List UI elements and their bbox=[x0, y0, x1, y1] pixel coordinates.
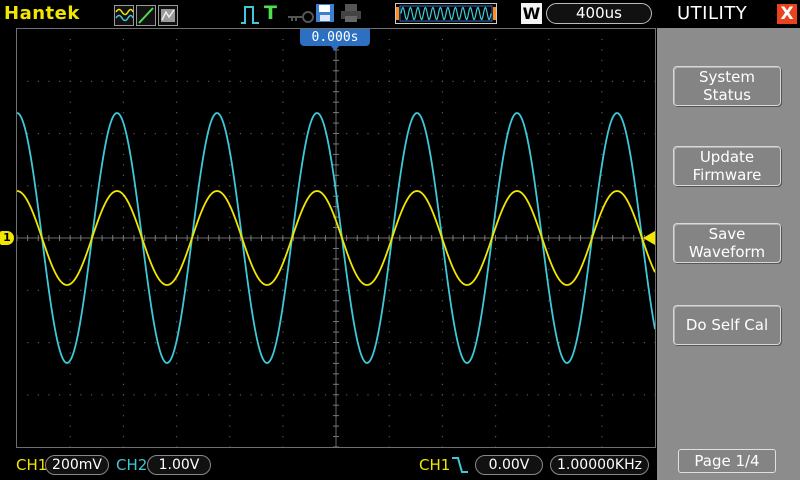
update-firmware-button[interactable]: Update Firmware bbox=[673, 146, 781, 186]
button-label-line1: Update bbox=[699, 148, 755, 166]
falling-edge-icon bbox=[451, 456, 469, 478]
button-label-line2: Waveform bbox=[688, 243, 766, 261]
status-bar: CH1 200mV CH2 1.00V CH1 0.00V 1.00000KHz bbox=[0, 450, 657, 480]
printer-icon[interactable] bbox=[340, 3, 362, 27]
menu-title-bar: UTILITY X bbox=[657, 0, 800, 28]
trigger-status-icon: T bbox=[264, 2, 277, 24]
key-lock-icon bbox=[288, 8, 314, 27]
trigger-level-readout[interactable]: 0.00V bbox=[475, 455, 543, 475]
ch2-scale-readout[interactable]: 1.00V bbox=[147, 455, 211, 475]
ch1-scale-readout[interactable]: 200mV bbox=[45, 455, 109, 475]
trigger-level-marker[interactable] bbox=[643, 231, 655, 245]
button-label-line1: Do Self Cal bbox=[685, 316, 769, 334]
graticule bbox=[17, 29, 655, 447]
save-disk-icon[interactable] bbox=[315, 3, 335, 27]
button-label-line1: Save bbox=[708, 225, 746, 243]
trigger-position-readout[interactable]: 0.000s bbox=[300, 29, 370, 46]
window-mode-badge: W bbox=[521, 3, 542, 24]
button-label-line2: Status bbox=[703, 86, 751, 104]
page-indicator-button[interactable]: Page 1/4 bbox=[678, 449, 776, 473]
timebase-readout: 400us bbox=[546, 3, 652, 24]
acquire-mode-group bbox=[114, 2, 190, 26]
ch1-ground-marker[interactable]: 1 bbox=[0, 231, 14, 245]
persist-mode-icon[interactable] bbox=[158, 5, 178, 26]
frequency-readout: 1.00000KHz bbox=[550, 455, 649, 475]
sine-mode-icon[interactable] bbox=[114, 5, 134, 26]
utility-menu-panel: UTILITY X System Status Update Firmware … bbox=[657, 0, 800, 480]
system-status-button[interactable]: System Status bbox=[673, 66, 781, 106]
ch1-label: CH1 bbox=[16, 456, 48, 474]
xy-mode-icon[interactable] bbox=[136, 5, 156, 26]
button-label-line2: Firmware bbox=[692, 166, 762, 184]
close-button[interactable]: X bbox=[777, 4, 797, 24]
trigger-position-pointer bbox=[330, 45, 340, 51]
memory-waveform-preview bbox=[395, 3, 497, 24]
ch2-label: CH2 bbox=[116, 456, 148, 474]
brand-logo: Hantek bbox=[4, 3, 80, 24]
trigger-edge-icon[interactable] bbox=[240, 5, 260, 29]
menu-title: UTILITY bbox=[677, 3, 748, 24]
top-toolbar: Hantek T W 400us bbox=[0, 0, 657, 28]
button-label-line1: System bbox=[699, 68, 755, 86]
self-calibration-button[interactable]: Do Self Cal bbox=[673, 305, 781, 345]
waveform-display bbox=[16, 28, 656, 448]
save-waveform-button[interactable]: Save Waveform bbox=[673, 223, 781, 263]
trigger-source-label: CH1 bbox=[419, 456, 451, 474]
